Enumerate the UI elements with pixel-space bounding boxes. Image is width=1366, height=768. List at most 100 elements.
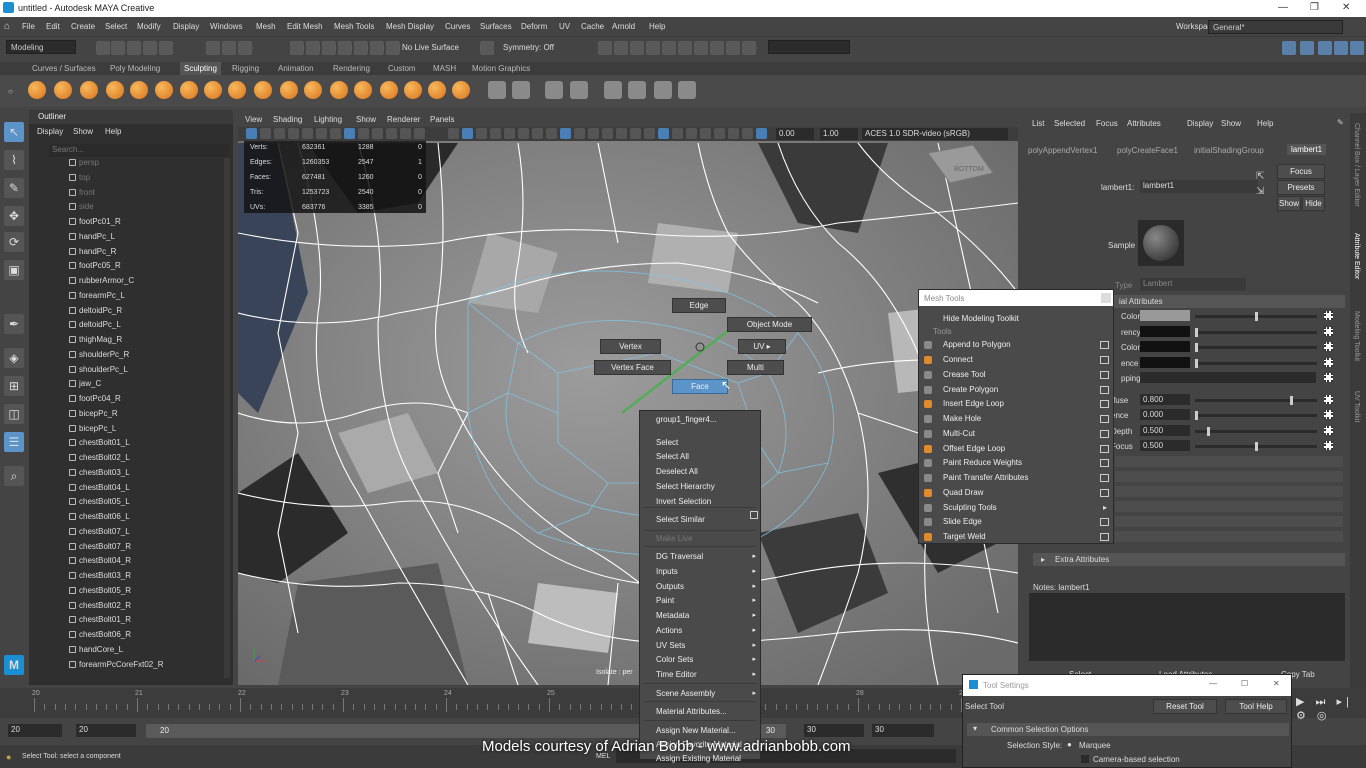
viewport-tool-icon[interactable] xyxy=(372,128,383,139)
outliner-item[interactable]: chestBolt07_R xyxy=(69,542,131,556)
viewport-menu-show[interactable]: Show xyxy=(356,115,376,124)
marking-menu-multi[interactable]: Multi xyxy=(727,360,784,375)
range-end-field[interactable]: 30 xyxy=(804,724,864,737)
mesh-tools-item-append-to-polygon[interactable]: Append to Polygon xyxy=(943,340,1011,349)
viewport-tool-icon[interactable] xyxy=(560,128,571,139)
status-tool-icon[interactable] xyxy=(742,41,756,55)
menu-help[interactable]: Help xyxy=(649,22,665,31)
viewport-tool-icon[interactable] xyxy=(462,128,473,139)
mesh-tools-item-multi-cut[interactable]: Multi-Cut xyxy=(943,429,975,438)
context-menu-item-invert-selection[interactable]: Invert Selection xyxy=(656,497,711,506)
view-cube[interactable]: BOTTOM xyxy=(954,166,984,173)
outliner-search-input[interactable]: Search... xyxy=(49,144,229,157)
mesh-tools-item-connect[interactable]: Connect xyxy=(943,355,973,364)
ae-menu-selected[interactable]: Selected xyxy=(1054,119,1085,128)
attr-slider-handle[interactable] xyxy=(1255,442,1258,451)
side-tab-modeling-toolkit[interactable]: Modeling Toolkit xyxy=(1353,311,1360,361)
marking-menu-edge[interactable]: Edge xyxy=(672,298,726,313)
menu-windows[interactable]: Windows xyxy=(210,22,242,31)
context-menu-item-dg-traversal[interactable]: DG Traversal xyxy=(656,552,703,561)
context-menu-item-inputs[interactable]: Inputs xyxy=(656,567,678,576)
outliner-item[interactable]: chestBolt01_R xyxy=(69,615,131,629)
viewport-tool-icon[interactable] xyxy=(644,128,655,139)
outliner-item[interactable]: top xyxy=(69,173,90,187)
workspace-dropdown[interactable]: General* xyxy=(1208,20,1343,34)
viewport-tool-icon[interactable] xyxy=(630,128,641,139)
viewport-tool-icon[interactable] xyxy=(756,128,767,139)
outliner-menu-help[interactable]: Help xyxy=(105,127,121,136)
attr-field[interactable] xyxy=(1140,372,1316,383)
viewport-tool-icon[interactable] xyxy=(518,128,529,139)
mesh-tools-item-offset-edge-loop[interactable]: Offset Edge Loop xyxy=(943,444,1005,453)
status-tool-icon[interactable] xyxy=(678,41,692,55)
collapsed-section[interactable] xyxy=(1115,516,1343,527)
maximize-icon[interactable]: ❐ xyxy=(1310,2,1319,13)
attr-slider-track[interactable] xyxy=(1195,414,1317,417)
shelf-tool-icon[interactable] xyxy=(654,81,672,99)
close-icon[interactable]: ✕ xyxy=(1273,679,1280,688)
viewport-tool-icon[interactable] xyxy=(714,128,725,139)
outliner-item[interactable]: chestBolt06_L xyxy=(69,512,130,526)
outliner-item[interactable]: bicepPc_L xyxy=(69,424,116,438)
marquee-radio-icon[interactable]: ● xyxy=(1067,740,1072,749)
outliner-item[interactable]: forearmPc_L xyxy=(69,291,125,305)
outliner-item[interactable]: side xyxy=(69,202,94,216)
mesh-tools-item-target-weld[interactable]: Target Weld xyxy=(943,532,986,541)
sculpt-brush-icon[interactable] xyxy=(180,81,198,99)
option-box-icon[interactable] xyxy=(1100,474,1109,482)
shelf-tool-icon[interactable] xyxy=(488,81,506,99)
menu-curves[interactable]: Curves xyxy=(445,22,470,31)
viewport-tool-icon[interactable] xyxy=(414,128,425,139)
status-tool-icon[interactable] xyxy=(143,41,157,55)
ae-menu-show[interactable]: Show xyxy=(1221,119,1241,128)
status-tool-icon[interactable] xyxy=(290,41,304,55)
shelf-tab-sculpting[interactable]: Sculpting xyxy=(180,62,221,75)
menu-uv[interactable]: UV xyxy=(559,22,570,31)
mesh-tools-item-make-hole[interactable]: Make Hole xyxy=(943,414,981,423)
sculpt-brush-icon[interactable] xyxy=(254,81,272,99)
menu-display[interactable]: Display xyxy=(173,22,199,31)
status-tool-icon[interactable] xyxy=(322,41,336,55)
outliner-item[interactable]: chestBolt03_R xyxy=(69,571,131,585)
viewport-tool-icon[interactable] xyxy=(246,128,257,139)
status-tool-icon[interactable] xyxy=(111,41,125,55)
minimize-icon[interactable]: — xyxy=(1209,679,1217,688)
symmetry-label[interactable]: Symmetry: Off xyxy=(503,43,554,52)
mesh-tools-item-sculpting-tools[interactable]: Sculpting Tools xyxy=(943,503,997,512)
outliner-item[interactable]: chestBolt01_L xyxy=(69,438,130,452)
mesh-tools-item-insert-edge-loop[interactable]: Insert Edge Loop xyxy=(943,399,1004,408)
search-icon[interactable]: ⌕ xyxy=(4,466,24,486)
menu-select[interactable]: Select xyxy=(105,22,127,31)
collapsed-section[interactable] xyxy=(1115,471,1343,482)
outliner-item[interactable]: footPc01_R xyxy=(69,217,121,231)
shelf-tab-motion-graphics[interactable]: Motion Graphics xyxy=(472,64,530,73)
ae-menu-attributes[interactable]: Attributes xyxy=(1127,119,1161,128)
outliner-item[interactable]: front xyxy=(69,188,95,202)
sculpt-brush-icon[interactable] xyxy=(304,81,322,99)
collapsed-section[interactable] xyxy=(1115,486,1343,497)
go-to-output-icon[interactable]: ⇲ xyxy=(1256,186,1264,197)
attr-slider-track[interactable] xyxy=(1195,330,1317,334)
status-tool-icon[interactable] xyxy=(726,41,740,55)
attr-value-field[interactable]: 0.000 xyxy=(1140,409,1190,420)
status-tool-icon[interactable] xyxy=(206,41,220,55)
marking-menu-vertex-face[interactable]: Vertex Face xyxy=(594,360,671,375)
status-tool-icon[interactable] xyxy=(646,41,660,55)
shelf-options-icon[interactable]: ○ xyxy=(8,87,13,96)
marking-menu-uv[interactable]: UV ▸ xyxy=(738,339,786,354)
outliner-item[interactable]: rubberArmor_C xyxy=(69,276,134,290)
outliner-item[interactable]: chestBolt04_L xyxy=(69,483,130,497)
viewport-tool-icon[interactable] xyxy=(602,128,613,139)
viewport-tool-icon[interactable] xyxy=(504,128,515,139)
paint-select-icon[interactable]: ✎ xyxy=(4,178,24,198)
collapsed-section[interactable] xyxy=(1115,456,1343,467)
outliner-item[interactable]: shoulderPc_R xyxy=(69,350,129,364)
map-button-icon[interactable] xyxy=(1324,425,1333,435)
focus-button[interactable]: Focus xyxy=(1277,164,1325,179)
viewport-tool-icon[interactable] xyxy=(672,128,683,139)
outliner-item[interactable]: footPc04_R xyxy=(69,394,121,408)
option-box-icon[interactable] xyxy=(1100,445,1109,453)
sculpt-brush-icon[interactable] xyxy=(330,81,348,99)
viewport-tool-icon[interactable] xyxy=(616,128,627,139)
shelf-tool-icon[interactable] xyxy=(512,81,530,99)
